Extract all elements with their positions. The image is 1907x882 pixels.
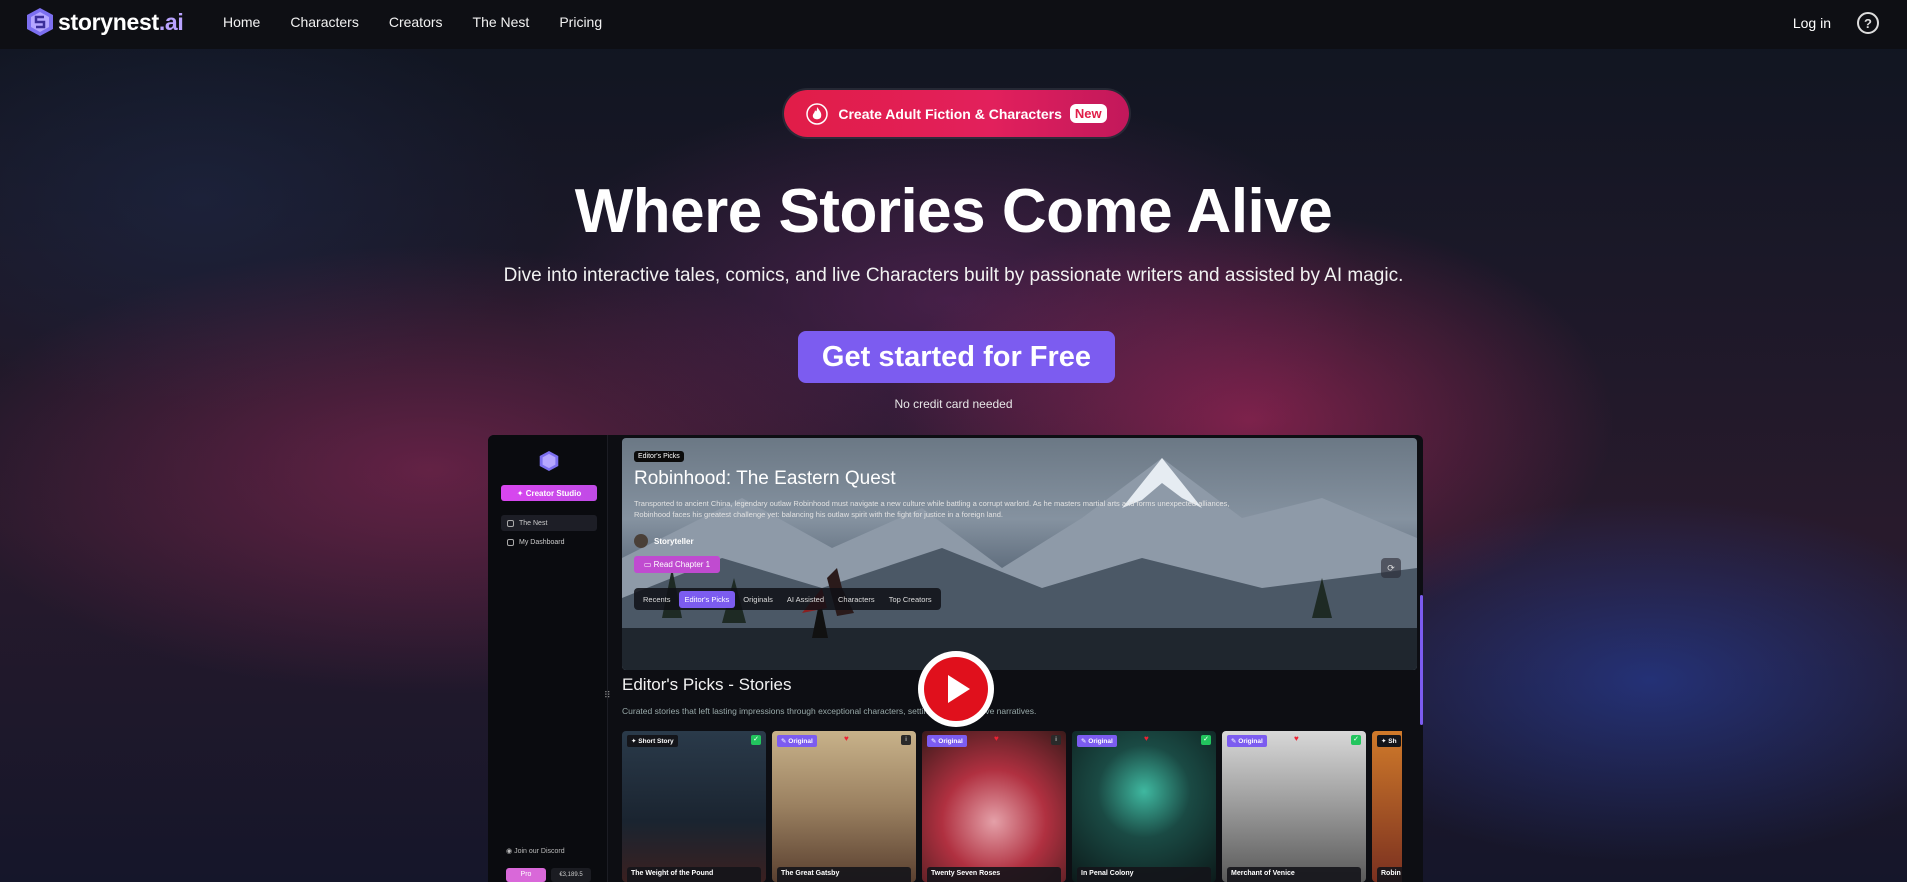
nav-link-pricing[interactable]: Pricing <box>559 14 602 30</box>
info-icon: i <box>901 735 911 745</box>
sidebar-item-the-nest[interactable]: The Nest <box>501 515 597 531</box>
tab-top-creators[interactable]: Top Creators <box>883 591 938 608</box>
section-title: Editor's Picks - Stories <box>622 675 792 694</box>
flame-icon <box>806 102 829 125</box>
credits-balance: €3,189.5 <box>551 868 591 882</box>
story-cards: ✦ Short Story ✓ The Weight of the Pound … <box>622 731 1402 882</box>
heart-icon: ♥ <box>844 734 849 743</box>
card-badge: ✎ Original <box>927 735 967 747</box>
pill-text: Create Adult Fiction & Characters <box>838 105 1062 122</box>
story-card[interactable]: ✦ Short Story ✓ The Weight of the Pound <box>622 731 766 882</box>
nav-link-home[interactable]: Home <box>223 14 260 30</box>
preview-sidebar: ✦ Creator Studio The Nest My Dashboard ◉… <box>488 435 608 882</box>
card-title: Merchant of Venice <box>1227 867 1361 882</box>
card-badge: ✎ Original <box>1227 735 1267 747</box>
play-video-button[interactable] <box>918 651 994 727</box>
nav-link-the-nest[interactable]: The Nest <box>473 14 530 30</box>
card-title: Twenty Seven Roses <box>927 867 1061 882</box>
discord-icon: ◉ <box>506 848 515 855</box>
story-card[interactable]: ✦ Sh Robin <box>1372 731 1402 882</box>
info-icon: i <box>1051 735 1061 745</box>
card-badge: ✦ Short Story <box>627 735 678 747</box>
scrollbar[interactable] <box>1420 595 1423 725</box>
adult-fiction-pill-button[interactable]: Create Adult Fiction & Characters New <box>784 90 1129 137</box>
heart-icon: ♥ <box>994 734 999 743</box>
drag-handle-icon[interactable]: ⠿ <box>604 690 611 701</box>
check-icon: ✓ <box>1201 735 1211 745</box>
refresh-icon[interactable]: ⟳ <box>1381 558 1401 578</box>
story-card[interactable]: ✎ Original ♥ ✓ Merchant of Venice <box>1222 731 1366 882</box>
storynest-logo-icon <box>539 451 559 471</box>
storynest-logo-icon <box>27 8 53 36</box>
play-icon <box>924 657 988 721</box>
hero-title: Where Stories Come Alive <box>574 177 1333 246</box>
check-icon: ✓ <box>751 735 761 745</box>
card-title: The Great Gatsby <box>777 867 911 882</box>
story-card[interactable]: ✎ Original ♥ i Twenty Seven Roses <box>922 731 1066 882</box>
dashboard-icon <box>507 538 514 546</box>
banner-author[interactable]: Storyteller <box>634 534 694 548</box>
pro-button[interactable]: Pro <box>506 868 546 882</box>
tab-editors-picks[interactable]: Editor's Picks <box>678 590 736 608</box>
sidebar-item-my-dashboard[interactable]: My Dashboard <box>501 534 597 550</box>
editors-picks-tag: Editor's Picks <box>634 451 684 462</box>
book-icon: ▭ <box>643 560 654 569</box>
nav-right: Log in ? <box>1793 12 1879 34</box>
banner-title: Robinhood: The Eastern Quest <box>634 468 896 489</box>
nav-link-creators[interactable]: Creators <box>389 14 443 30</box>
avatar <box>634 534 648 548</box>
creator-studio-button[interactable]: ✦ Creator Studio <box>501 485 597 501</box>
card-title: Robin <box>1377 867 1402 882</box>
nav-link-characters[interactable]: Characters <box>290 14 358 30</box>
brand-logo[interactable]: storynest.ai <box>26 7 184 37</box>
banner-description: Transported to ancient China, legendary … <box>634 499 1230 519</box>
tab-originals[interactable]: Originals <box>737 591 779 608</box>
heart-icon: ♥ <box>1144 734 1149 743</box>
join-discord-link[interactable]: ◉ Join our Discord <box>506 847 565 855</box>
get-started-button[interactable]: Get started for Free <box>798 331 1115 383</box>
tab-recents[interactable]: Recents <box>637 591 677 608</box>
tab-ai-assisted[interactable]: AI Assisted <box>781 591 830 608</box>
globe-icon <box>507 519 514 527</box>
card-title: In Penal Colony <box>1077 867 1211 882</box>
card-title: The Weight of the Pound <box>627 867 761 882</box>
brand-name: storynest.ai <box>58 8 184 35</box>
tab-characters[interactable]: Characters <box>832 591 881 608</box>
new-badge: New <box>1069 104 1107 123</box>
nav-links: Home Characters Creators The Nest Pricin… <box>223 14 602 30</box>
card-badge: ✎ Original <box>777 735 817 747</box>
sparkle-icon: ✦ <box>516 488 526 498</box>
card-badge: ✦ Sh <box>1377 735 1401 747</box>
top-nav: storynest.ai Home Characters Creators Th… <box>0 0 1907 49</box>
heart-icon: ♥ <box>1294 734 1299 743</box>
cta-note: No credit card needed <box>894 397 1013 411</box>
story-card[interactable]: ✎ Original ♥ ✓ In Penal Colony <box>1072 731 1216 882</box>
hero-subtitle: Dive into interactive tales, comics, and… <box>503 265 1404 286</box>
category-tabs: Recents Editor's Picks Originals AI Assi… <box>634 588 941 610</box>
featured-banner: Editor's Picks Robinhood: The Eastern Qu… <box>622 438 1417 670</box>
check-icon: ✓ <box>1351 735 1361 745</box>
card-badge: ✎ Original <box>1077 735 1117 747</box>
story-card[interactable]: ✎ Original ♥ i The Great Gatsby <box>772 731 916 882</box>
help-icon[interactable]: ? <box>1857 12 1879 34</box>
read-chapter-button[interactable]: ▭ Read Chapter 1 <box>634 556 720 573</box>
login-link[interactable]: Log in <box>1793 15 1831 31</box>
